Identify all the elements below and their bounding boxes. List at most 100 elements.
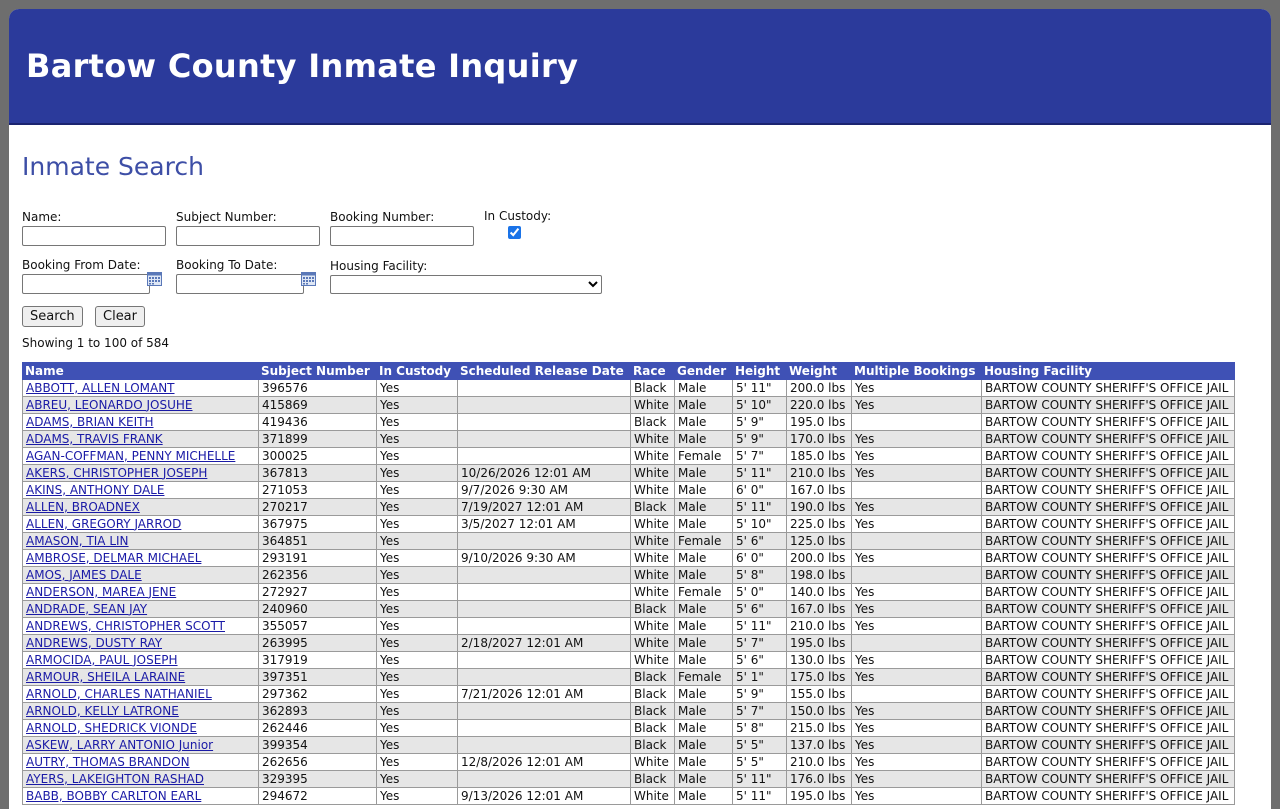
- inmate-name-link[interactable]: ARMOCIDA, PAUL JOSEPH: [26, 653, 178, 667]
- name-label: Name:: [22, 210, 62, 224]
- table-cell: Black: [630, 770, 675, 788]
- table-row: AMOS, JAMES DALE 262356 Yes White Male 5' 8" 1…: [22, 566, 1235, 584]
- column-header: Housing Facility: [981, 362, 1235, 380]
- table-cell: White: [630, 481, 675, 499]
- search-button[interactable]: Search: [22, 306, 83, 327]
- name-cell: ARMOCIDA, PAUL JOSEPH: [22, 651, 259, 669]
- table-cell: Yes: [376, 464, 458, 482]
- table-cell: 263995: [258, 634, 377, 652]
- inmate-name-link[interactable]: ASKEW, LARRY ANTONIO Junior: [26, 738, 213, 752]
- table-cell: 5' 7": [732, 634, 787, 652]
- column-header: Multiple Bookings: [851, 362, 982, 380]
- table-cell: 210.0 lbs: [786, 617, 852, 635]
- table-cell: Yes: [376, 685, 458, 703]
- column-header: Subject Number: [258, 362, 377, 380]
- table-cell: [851, 566, 982, 584]
- table-cell: Yes: [851, 396, 982, 414]
- inmate-name-link[interactable]: ALLEN, BROADNEX: [26, 500, 140, 514]
- page-title: Inmate Search: [22, 152, 204, 181]
- table-header-row: Name Subject Number In Custody Scheduled Re…: [22, 362, 1235, 380]
- inmate-name-link[interactable]: AKERS, CHRISTOPHER JOSEPH: [26, 466, 207, 480]
- inmate-name-link[interactable]: ARNOLD, KELLY LATRONE: [26, 704, 179, 718]
- clear-button[interactable]: Clear: [95, 306, 145, 327]
- name-cell: ARNOLD, CHARLES NATHANIEL: [22, 685, 259, 703]
- table-row: ABREU, LEONARDO JOSUHE 415869 Yes White Male…: [22, 396, 1235, 414]
- calendar-icon[interactable]: [147, 272, 162, 286]
- table-row: AYERS, LAKEIGHTON RASHAD 329395 Yes Black Ma…: [22, 770, 1235, 788]
- inmate-name-link[interactable]: AYERS, LAKEIGHTON RASHAD: [26, 772, 204, 786]
- table-cell: Female: [674, 447, 733, 465]
- inmate-name-link[interactable]: ARNOLD, CHARLES NATHANIEL: [26, 687, 212, 701]
- inmate-name-link[interactable]: BABB, BOBBY CARLTON EARL: [26, 789, 201, 803]
- table-cell: BARTOW COUNTY SHERIFF'S OFFICE JAIL: [981, 702, 1235, 720]
- table-cell: Male: [674, 634, 733, 652]
- calendar-icon[interactable]: [301, 272, 316, 286]
- table-row: ALLEN, BROADNEX 270217 Yes 7/19/2027 12:01 …: [22, 498, 1235, 516]
- table-cell: BARTOW COUNTY SHERIFF'S OFFICE JAIL: [981, 396, 1235, 414]
- inmate-name-link[interactable]: AGAN-COFFMAN, PENNY MICHELLE: [26, 449, 235, 463]
- table-cell: [457, 396, 631, 414]
- name-input[interactable]: [22, 226, 166, 246]
- table-cell: 262656: [258, 753, 377, 771]
- table-cell: 5' 6": [732, 600, 787, 618]
- booking-number-input[interactable]: [330, 226, 474, 246]
- table-row: AKERS, CHRISTOPHER JOSEPH 367813 Yes 10/26/…: [22, 464, 1235, 482]
- inmate-name-link[interactable]: ANDREWS, DUSTY RAY: [26, 636, 162, 650]
- inmate-name-link[interactable]: AMASON, TIA LIN: [26, 534, 129, 548]
- inmate-name-link[interactable]: ANDREWS, CHRISTOPHER SCOTT: [26, 619, 225, 633]
- inmate-name-link[interactable]: AUTRY, THOMAS BRANDON: [26, 755, 190, 769]
- table-cell: 7/19/2027 12:01 AM: [457, 498, 631, 516]
- table-cell: Male: [674, 481, 733, 499]
- table-cell: Yes: [376, 515, 458, 533]
- inmate-name-link[interactable]: ANDERSON, MAREA JENE: [26, 585, 176, 599]
- table-cell: 5' 11": [732, 617, 787, 635]
- table-cell: 294672: [258, 787, 377, 805]
- inmate-name-link[interactable]: ADAMS, TRAVIS FRANK: [26, 432, 163, 446]
- name-cell: ADAMS, TRAVIS FRANK: [22, 430, 259, 448]
- name-cell: AYERS, LAKEIGHTON RASHAD: [22, 770, 259, 788]
- inmate-name-link[interactable]: ARNOLD, SHEDRICK VIONDE: [26, 721, 197, 735]
- table-cell: BARTOW COUNTY SHERIFF'S OFFICE JAIL: [981, 770, 1235, 788]
- table-cell: 9/7/2026 9:30 AM: [457, 481, 631, 499]
- table-cell: Yes: [851, 549, 982, 567]
- inmate-name-link[interactable]: AMBROSE, DELMAR MICHAEL: [26, 551, 201, 565]
- column-header: Height: [732, 362, 787, 380]
- table-row: AMASON, TIA LIN 364851 Yes White Female 5' 6"…: [22, 532, 1235, 550]
- name-cell: ANDRADE, SEAN JAY: [22, 600, 259, 618]
- in-custody-checkbox[interactable]: [508, 226, 521, 239]
- table-cell: 5' 9": [732, 413, 787, 431]
- table-cell: 125.0 lbs: [786, 532, 852, 550]
- booking-to-date-field: Booking To Date:: [176, 258, 316, 294]
- table-cell: Yes: [851, 702, 982, 720]
- table-cell: 5' 11": [732, 464, 787, 482]
- table-cell: White: [630, 396, 675, 414]
- table-cell: Black: [630, 600, 675, 618]
- column-header: Scheduled Release Date: [457, 362, 631, 380]
- results-count: Showing 1 to 100 of 584: [22, 336, 170, 350]
- housing-facility-select[interactable]: [330, 275, 602, 294]
- inmate-name-link[interactable]: ABBOTT, ALLEN LOMANT: [26, 381, 175, 395]
- table-cell: Yes: [376, 702, 458, 720]
- column-header: Gender: [674, 362, 733, 380]
- table-cell: Male: [674, 515, 733, 533]
- table-cell: Male: [674, 396, 733, 414]
- table-cell: [457, 532, 631, 550]
- inmate-name-link[interactable]: ADAMS, BRIAN KEITH: [26, 415, 154, 429]
- in-custody-label: In Custody:: [484, 209, 552, 223]
- inmate-name-link[interactable]: ANDRADE, SEAN JAY: [26, 602, 147, 616]
- booking-from-date-input[interactable]: [22, 274, 150, 294]
- inmate-name-link[interactable]: AKINS, ANTHONY DALE: [26, 483, 164, 497]
- inmate-name-link[interactable]: ALLEN, GREGORY JARROD: [26, 517, 181, 531]
- booking-to-date-input[interactable]: [176, 274, 304, 294]
- table-cell: White: [630, 566, 675, 584]
- inmate-name-link[interactable]: ABREU, LEONARDO JOSUHE: [26, 398, 193, 412]
- table-cell: Male: [674, 719, 733, 737]
- inmate-name-link[interactable]: AMOS, JAMES DALE: [26, 568, 142, 582]
- table-cell: BARTOW COUNTY SHERIFF'S OFFICE JAIL: [981, 379, 1235, 397]
- table-cell: Yes: [851, 719, 982, 737]
- table-cell: 220.0 lbs: [786, 396, 852, 414]
- table-cell: 5' 11": [732, 498, 787, 516]
- table-cell: Male: [674, 566, 733, 584]
- inmate-name-link[interactable]: ARMOUR, SHEILA LARAINE: [26, 670, 185, 684]
- subject-number-input[interactable]: [176, 226, 320, 246]
